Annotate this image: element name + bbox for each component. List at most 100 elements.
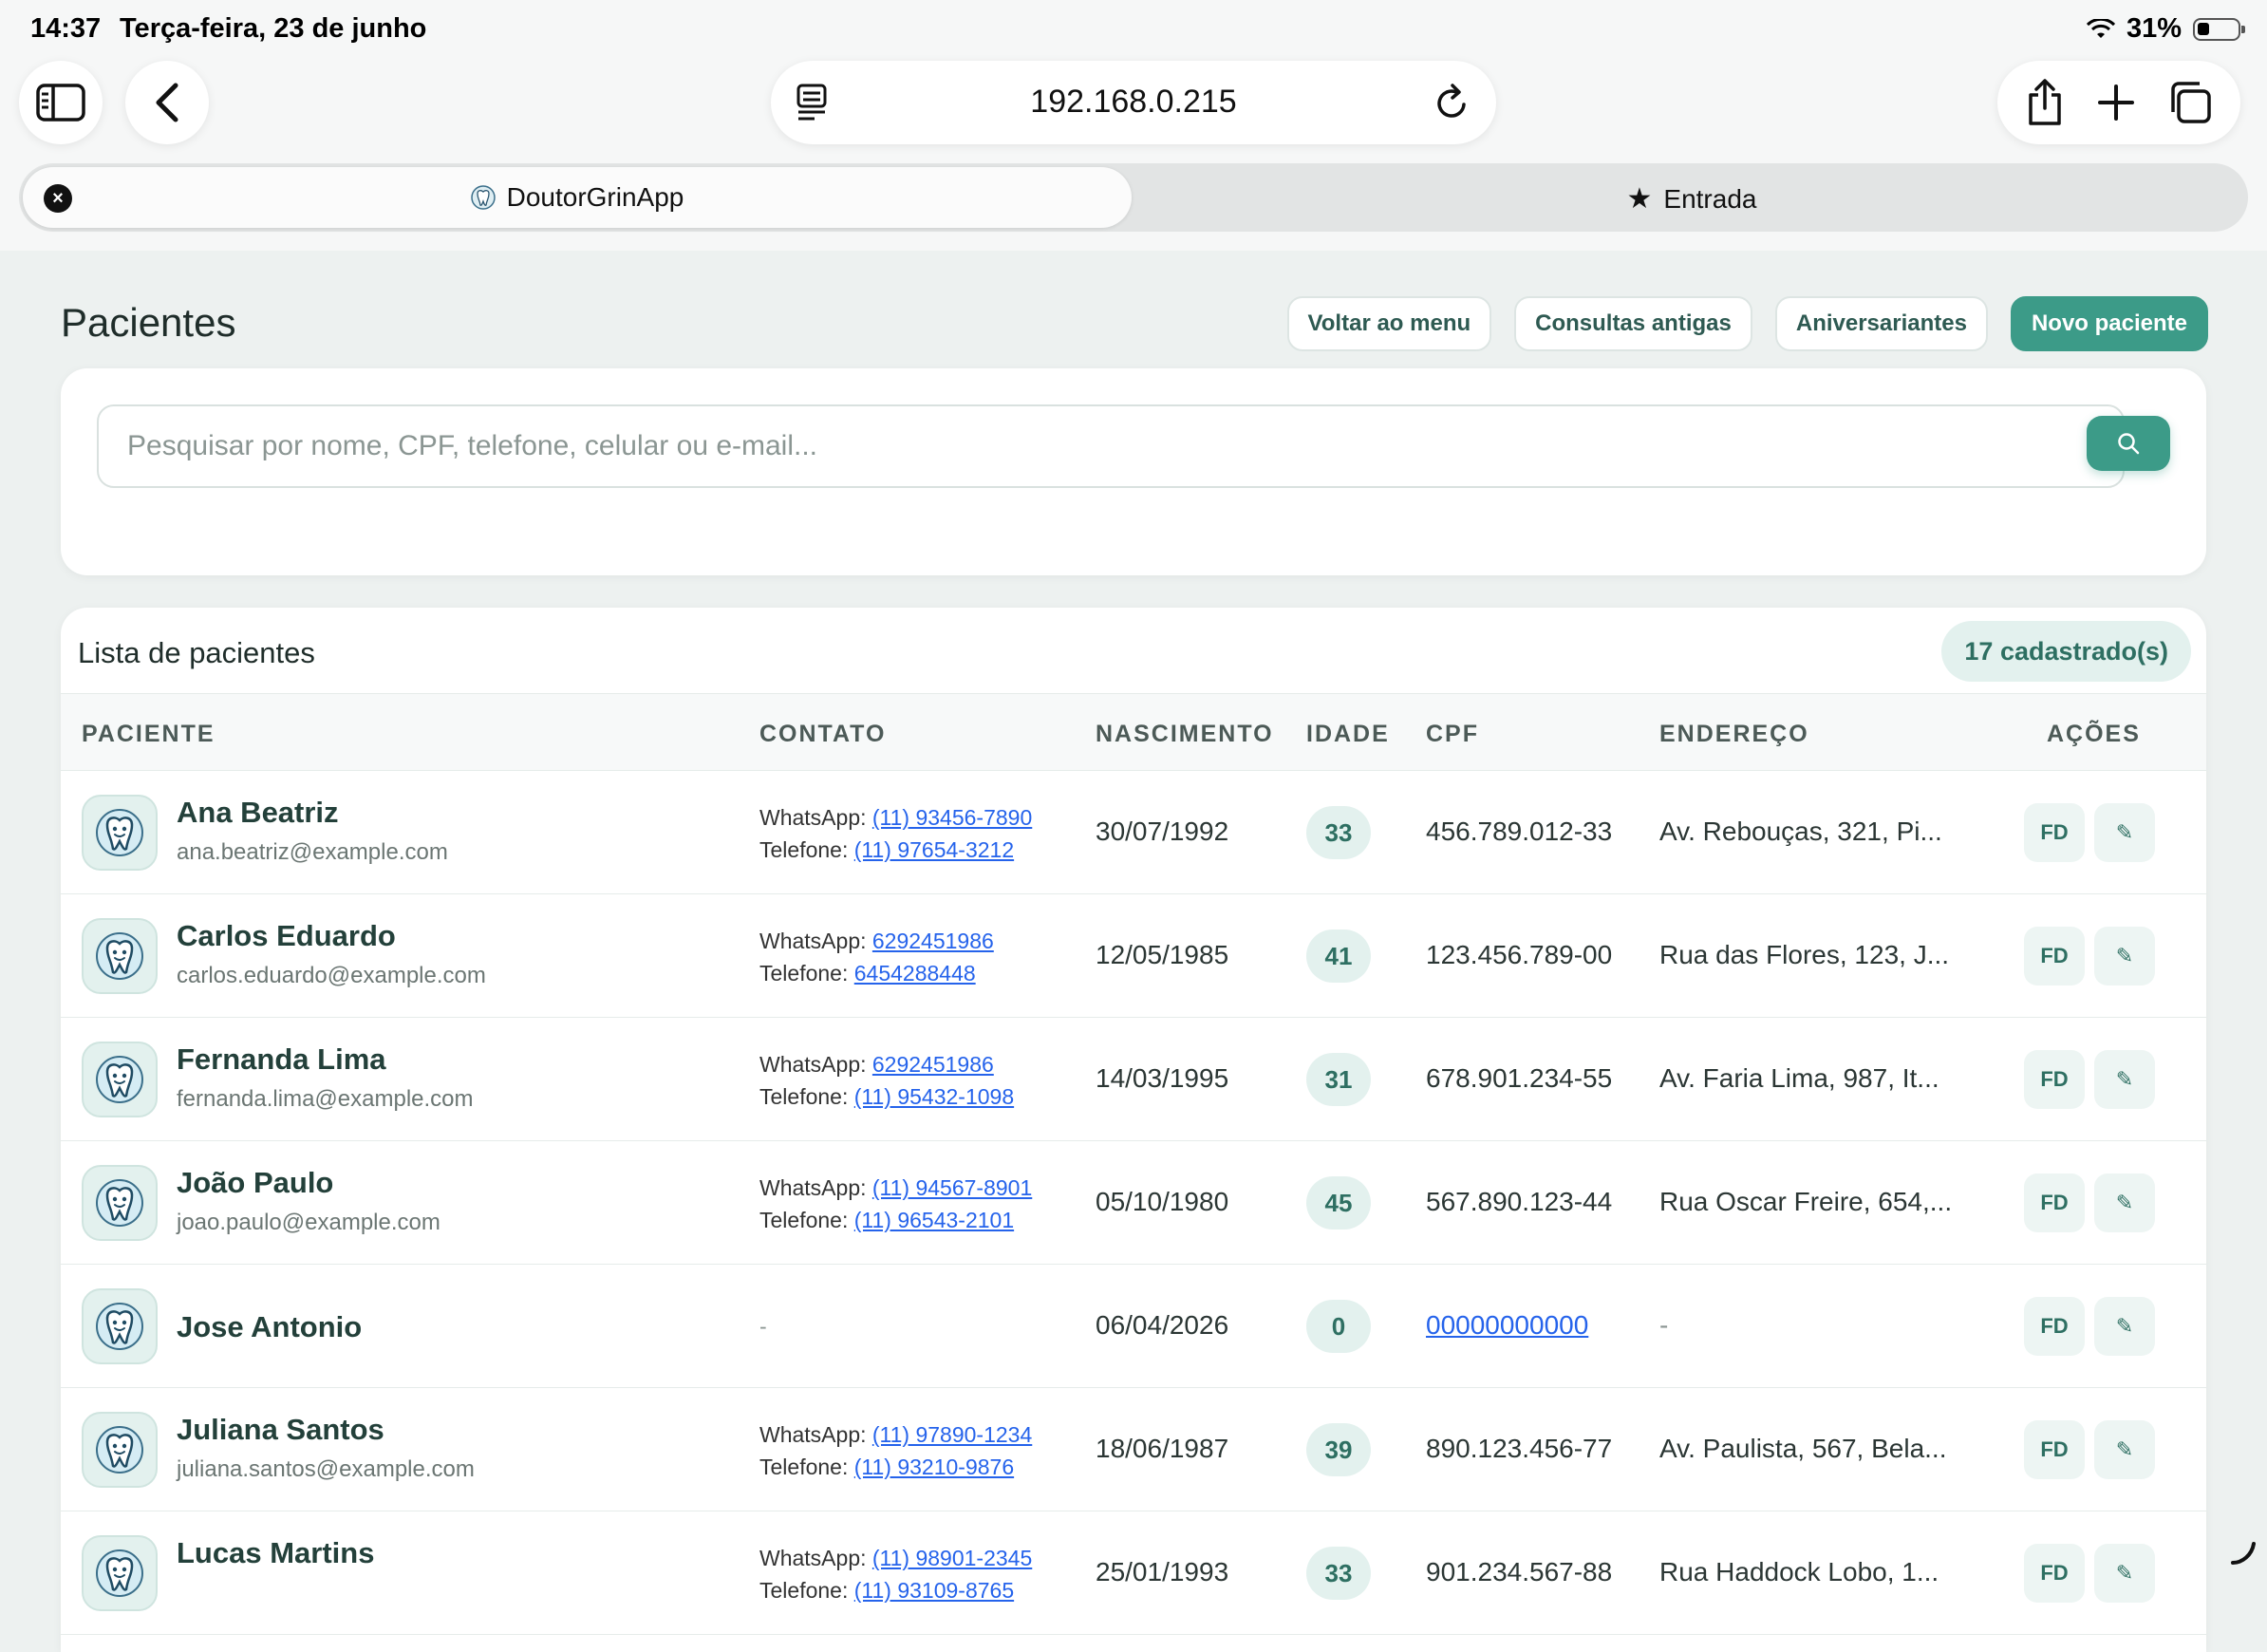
tooth-favicon-icon	[470, 185, 496, 210]
phone-label: Telefone:	[759, 1578, 849, 1603]
patient-name[interactable]: Ana Beatriz	[177, 796, 339, 830]
birth-date: 25/01/1993	[1096, 1557, 1229, 1586]
tab-doutorgrinapp[interactable]: × DoutorGrinApp	[23, 167, 1132, 228]
table-row[interactable]: Juliana Santos juliana.santos@example.com…	[61, 1388, 2206, 1511]
avatar	[82, 1288, 158, 1364]
table-row[interactable]: Carlos Eduardo carlos.eduardo@example.com…	[61, 894, 2206, 1018]
patient-name[interactable]: Lucas Martins	[177, 1536, 374, 1570]
tab-label: Entrada	[1663, 184, 1757, 214]
patient-email: joao.paulo@example.com	[177, 1210, 440, 1235]
cpf-value: 123.456.789-00	[1426, 940, 1613, 969]
patient-name[interactable]: Jose Antonio	[177, 1310, 362, 1344]
avatar	[82, 1535, 158, 1611]
edit-pencil-icon[interactable]: ✎	[2094, 1420, 2155, 1479]
age-badge: 33	[1306, 1547, 1371, 1600]
whatsapp-label: WhatsApp:	[759, 1175, 867, 1200]
table-body: Ana Beatriz ana.beatriz@example.com WhatsA…	[61, 771, 2206, 1635]
birth-date: 14/03/1995	[1096, 1063, 1229, 1093]
whatsapp-label: WhatsApp:	[759, 1422, 867, 1447]
table-row[interactable]: João Paulo joao.paulo@example.com WhatsApp…	[61, 1141, 2206, 1265]
url-text: 192.168.0.215	[1030, 84, 1237, 120]
resize-handle-icon[interactable]	[2229, 1538, 2258, 1567]
fd-button[interactable]: FD	[2024, 1050, 2085, 1109]
patient-name[interactable]: Fernanda Lima	[177, 1042, 386, 1077]
status-date: Terça-feira, 23 de junho	[120, 13, 427, 44]
search-card	[61, 368, 2206, 575]
cpf-value: 890.123.456-77	[1426, 1434, 1613, 1463]
fd-button[interactable]: FD	[2024, 927, 2085, 986]
sidebar-toggle-button[interactable]	[19, 61, 103, 144]
contact-cell: WhatsApp: 6292451986 Telefone: 6454288448	[759, 925, 994, 989]
edit-pencil-icon[interactable]: ✎	[2094, 803, 2155, 862]
tab-label: DoutorGrinApp	[506, 182, 684, 212]
phone-link[interactable]: (11) 96543-2101	[854, 1208, 1014, 1232]
phone-link[interactable]: (11) 95432-1098	[854, 1084, 1014, 1109]
column-header-address: ENDEREÇO	[1659, 721, 1809, 747]
search-button[interactable]	[2087, 416, 2170, 471]
status-indicators: 31%	[2086, 13, 2245, 45]
whatsapp-link[interactable]: (11) 97890-1234	[872, 1422, 1032, 1447]
whatsapp-link[interactable]: (11) 94567-8901	[872, 1175, 1032, 1200]
whatsapp-label: WhatsApp:	[759, 1546, 867, 1570]
patient-list-card: Lista de pacientes 17 cadastrado(s) PACI…	[61, 608, 2206, 1652]
tooth-avatar-icon	[96, 1426, 143, 1474]
whatsapp-link[interactable]: (11) 93456-7890	[872, 805, 1032, 830]
phone-link[interactable]: (11) 97654-3212	[854, 837, 1014, 862]
tab-entrada[interactable]: ★ Entrada	[1139, 167, 2244, 228]
birthdays-button[interactable]: Aniversariantes	[1774, 296, 1988, 351]
back-to-menu-button[interactable]: Voltar ao menu	[1286, 296, 1492, 351]
column-header-patient: PACIENTE	[82, 721, 215, 747]
whatsapp-link[interactable]: (11) 98901-2345	[872, 1546, 1032, 1570]
patient-name[interactable]: Juliana Santos	[177, 1413, 384, 1447]
tabs-overview-icon[interactable]	[2167, 80, 2213, 125]
whatsapp-link[interactable]: 6292451986	[872, 1052, 994, 1077]
table-row[interactable]: Fernanda Lima fernanda.lima@example.com Wh…	[61, 1018, 2206, 1141]
fd-button[interactable]: FD	[2024, 1297, 2085, 1356]
tooth-avatar-icon	[96, 1549, 143, 1597]
patient-name[interactable]: Carlos Eduardo	[177, 919, 396, 953]
edit-pencil-icon[interactable]: ✎	[2094, 1050, 2155, 1109]
fd-button[interactable]: FD	[2024, 1544, 2085, 1603]
phone-label: Telefone:	[759, 1455, 849, 1479]
back-button[interactable]	[125, 61, 209, 144]
old-consultations-button[interactable]: Consultas antigas	[1514, 296, 1752, 351]
patient-email: carlos.eduardo@example.com	[177, 963, 486, 988]
address-bar[interactable]: 192.168.0.215	[771, 61, 1496, 144]
new-patient-button[interactable]: Novo paciente	[2010, 296, 2208, 351]
whatsapp-link[interactable]: 6292451986	[872, 929, 994, 953]
fd-button[interactable]: FD	[2024, 803, 2085, 862]
table-row[interactable]: Jose Antonio -06/04/2026 0 00000000000- FD ✎	[61, 1265, 2206, 1388]
phone-link[interactable]: 6454288448	[854, 961, 976, 986]
patient-count-badge: 17 cadastrado(s)	[1941, 621, 2191, 682]
column-header-birth: NASCIMENTO	[1096, 721, 1274, 747]
age-badge: 0	[1306, 1300, 1371, 1353]
patient-name[interactable]: João Paulo	[177, 1166, 333, 1200]
edit-pencil-icon[interactable]: ✎	[2094, 1544, 2155, 1603]
fd-button[interactable]: FD	[2024, 1420, 2085, 1479]
tooth-avatar-icon	[96, 932, 143, 980]
phone-link[interactable]: (11) 93109-8765	[854, 1578, 1014, 1603]
edit-pencil-icon[interactable]: ✎	[2094, 1173, 2155, 1232]
fd-button[interactable]: FD	[2024, 1173, 2085, 1232]
age-badge: 41	[1306, 929, 1371, 983]
edit-pencil-icon[interactable]: ✎	[2094, 927, 2155, 986]
cpf-link[interactable]: 00000000000	[1426, 1310, 1588, 1340]
age-badge: 31	[1306, 1053, 1371, 1106]
list-title: Lista de pacientes	[78, 636, 315, 669]
search-input[interactable]	[97, 404, 2125, 488]
reload-icon[interactable]	[1433, 82, 1471, 123]
share-icon[interactable]	[2025, 78, 2065, 127]
birth-date: 18/06/1987	[1096, 1434, 1229, 1463]
wifi-icon	[2086, 18, 2115, 38]
edit-pencil-icon[interactable]: ✎	[2094, 1297, 2155, 1356]
cpf-value: 678.901.234-55	[1426, 1063, 1613, 1093]
avatar	[82, 795, 158, 871]
page-content: Pacientes Voltar ao menu Consultas antig…	[0, 251, 2267, 1652]
phone-link[interactable]: (11) 93210-9876	[854, 1455, 1014, 1479]
new-tab-icon[interactable]	[2097, 84, 2135, 122]
avatar	[82, 918, 158, 994]
table-row[interactable]: Ana Beatriz ana.beatriz@example.com WhatsA…	[61, 771, 2206, 894]
tooth-avatar-icon	[96, 1056, 143, 1103]
table-row[interactable]: Lucas Martins WhatsApp: (11) 98901-2345 Te…	[61, 1511, 2206, 1635]
cpf-value: 567.890.123-44	[1426, 1187, 1613, 1216]
